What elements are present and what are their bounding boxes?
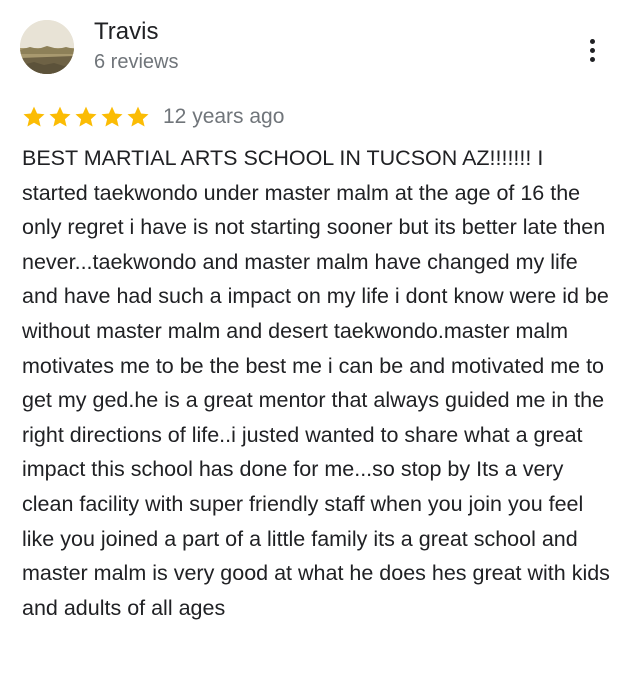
star-icon (49, 106, 71, 127)
author-avatar[interactable] (20, 20, 74, 74)
more-vertical-icon-dot-3 (589, 56, 595, 62)
more-vertical-icon (589, 38, 595, 44)
more-options-button[interactable] (578, 34, 606, 66)
more-vertical-icon-dot-2 (589, 47, 595, 53)
star-icon (75, 106, 97, 127)
star-icon (23, 106, 45, 127)
review-text: BEST MARTIAL ARTS SCHOOL IN TUCSON AZ!!!… (22, 146, 610, 620)
star-rating (22, 105, 150, 129)
star-icon (101, 106, 123, 127)
landscape-photo-avatar-icon (20, 20, 74, 74)
author-name[interactable]: Travis (94, 16, 158, 48)
review-card: Travis 6 reviews 12 years ago BEST MARTI… (0, 0, 629, 682)
review-time: 12 years ago (163, 105, 285, 128)
star-icon (127, 106, 149, 127)
author-review-count: 6 reviews (94, 51, 179, 73)
